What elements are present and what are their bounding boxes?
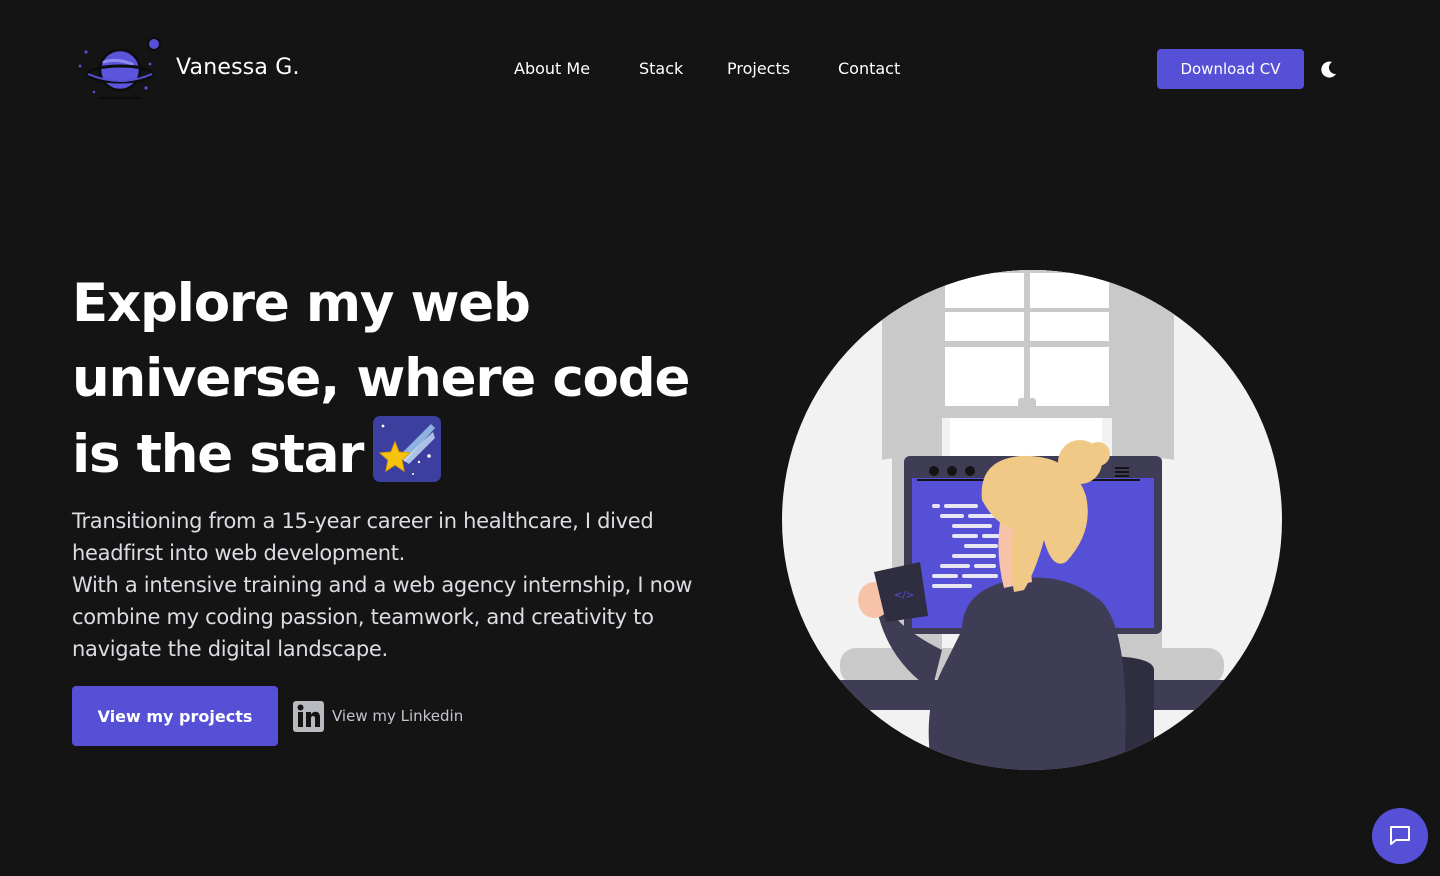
nav-item-about-me[interactable]: About Me [514, 59, 590, 78]
download-cv-button[interactable]: Download CV [1157, 49, 1304, 89]
planet-logo-icon[interactable] [76, 36, 166, 102]
view-projects-button[interactable]: View my projects [72, 686, 278, 746]
hero-title: Explore my web universe, where code is t… [72, 266, 732, 492]
linkedin-icon [293, 700, 324, 732]
chat-button[interactable] [1372, 808, 1428, 864]
page: Vanessa G. About Me Stack Projects Conta… [0, 0, 1440, 876]
brand-name[interactable]: Vanessa G. [176, 55, 300, 80]
site-header: Vanessa G. About Me Stack Projects Conta… [0, 0, 1440, 138]
nav-item-stack[interactable]: Stack [639, 59, 683, 78]
chat-bubble-icon [1388, 823, 1412, 850]
developer-at-computer-illustration: </> [782, 270, 1282, 770]
linkedin-link-label: View my Linkedin [332, 707, 464, 725]
hero-description-paragraph: With a intensive training and a web agen… [72, 573, 693, 661]
linkedin-link[interactable]: View my Linkedin [293, 700, 463, 732]
nav-item-contact[interactable]: Contact [838, 59, 900, 78]
mug-code-tag: </> [894, 590, 914, 601]
hero-description-paragraph: Transitioning from a 15-year career in h… [72, 509, 654, 565]
shooting-star-icon [373, 416, 442, 482]
hero-description: Transitioning from a 15-year career in h… [72, 505, 712, 665]
nav-item-projects[interactable]: Projects [727, 59, 790, 78]
moon-icon[interactable] [1320, 60, 1338, 78]
